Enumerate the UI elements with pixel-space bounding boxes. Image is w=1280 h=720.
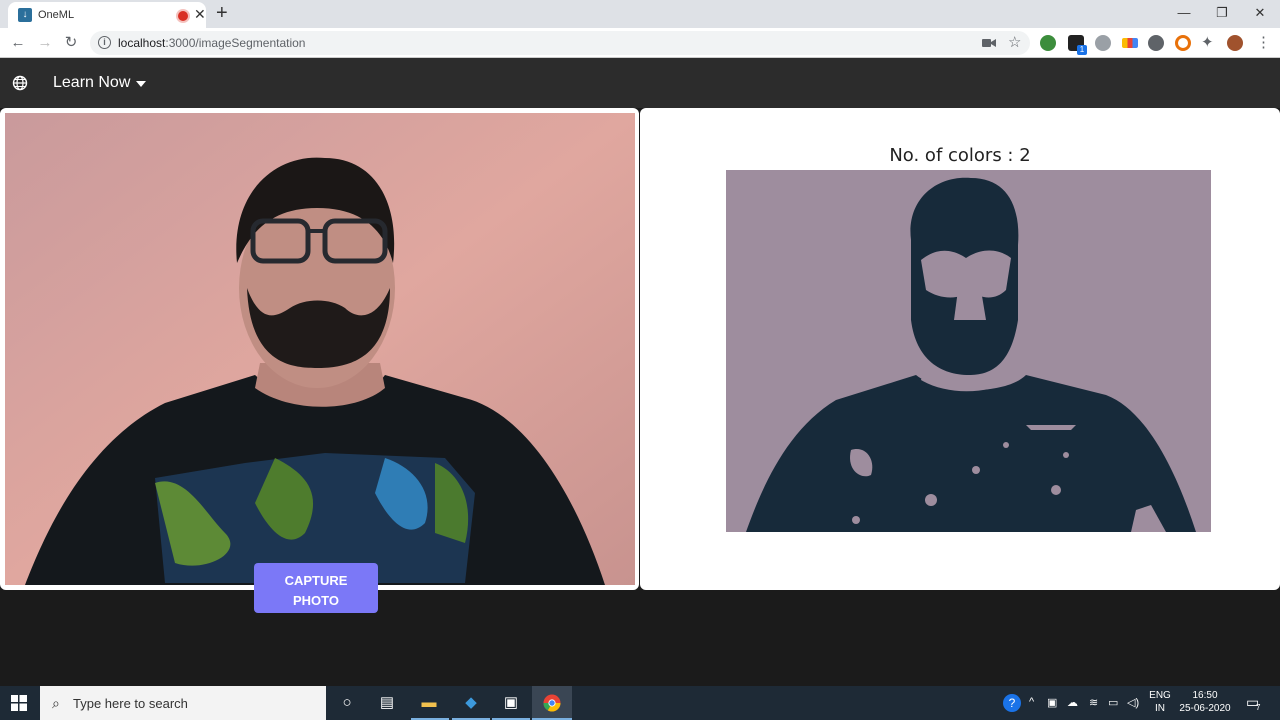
site-info-icon[interactable]: i (98, 36, 111, 49)
search-placeholder: Type here to search (73, 696, 188, 711)
onem-favicon-icon: ↓ (18, 8, 32, 22)
chevron-down-icon[interactable] (136, 81, 146, 87)
url-text[interactable]: localhost:3000/imageSegmentation (118, 36, 305, 50)
help-icon[interactable]: ? (1003, 694, 1021, 712)
battery-icon[interactable]: ▭ (1108, 696, 1118, 709)
cortana-icon[interactable]: ○ (336, 692, 358, 714)
taskbar-search-box[interactable]: ⌕ Type here to search (40, 686, 326, 720)
cloud-icon[interactable]: ☁ (1067, 696, 1078, 709)
browser-toolbar: ← → ↻ i localhost:3000/imageSegmentation… (0, 28, 1280, 58)
volume-icon[interactable]: ◁) (1127, 696, 1139, 709)
recording-indicator-icon (178, 11, 188, 21)
wifi-icon[interactable]: ≋ (1089, 696, 1098, 709)
notification-count: 7 (1256, 703, 1261, 712)
terminal-icon[interactable]: ▣ (500, 692, 522, 714)
address-bar[interactable]: i localhost:3000/imageSegmentation ☆ (90, 31, 1030, 55)
extensions-puzzle-icon[interactable]: ✦ (1201, 33, 1214, 51)
extension-badge: 1 (1077, 45, 1087, 55)
search-icon: ⌕ (52, 695, 60, 711)
chevron-up-icon[interactable]: ^ (1029, 696, 1034, 708)
extension-color-icon[interactable] (1122, 38, 1138, 48)
windows-start-icon[interactable] (11, 695, 27, 711)
windows-taskbar: ⌕ Type here to search ○ ▤ ▬ ◆ ▣ ? ^ ▣ ☁ … (0, 686, 1280, 720)
minimize-button[interactable]: — (1166, 2, 1202, 24)
browser-tabstrip: ↓ OneML ✕ + — ❐ ✕ (0, 0, 1280, 28)
file-explorer-icon[interactable]: ▬ (418, 692, 440, 714)
bookmark-star-icon[interactable]: ☆ (1008, 33, 1021, 51)
restore-button[interactable]: ❐ (1204, 2, 1240, 24)
extension-gray-icon[interactable] (1095, 35, 1111, 51)
new-tab-button[interactable]: + (216, 2, 228, 25)
extension-hat-icon[interactable] (1148, 35, 1164, 51)
chrome-taskbar-button[interactable] (532, 686, 572, 720)
browser-tab[interactable]: ↓ OneML ✕ (8, 2, 206, 28)
extension-icon[interactable] (1040, 35, 1056, 51)
tab-title: OneML (38, 9, 75, 21)
segmentation-card: No. of colors : 2 (640, 108, 1280, 590)
capture-photo-button[interactable]: CAPTURE PHOTO (254, 563, 378, 613)
task-view-icon[interactable]: ▤ (376, 692, 398, 714)
globe-icon[interactable] (12, 75, 28, 91)
extension-ring-icon[interactable] (1175, 35, 1191, 51)
tab-close-button[interactable]: ✕ (194, 6, 206, 23)
segmented-image (726, 170, 1211, 532)
forward-icon[interactable]: → (35, 33, 55, 53)
reload-icon[interactable]: ↻ (61, 33, 81, 53)
chrome-icon (543, 694, 561, 712)
webcam-card (0, 108, 639, 590)
camera-icon[interactable] (982, 37, 996, 49)
clock[interactable]: 16:50 25-06-2020 (1176, 689, 1234, 715)
security-icon[interactable]: ▣ (1047, 696, 1057, 709)
profile-avatar[interactable] (1227, 35, 1243, 51)
window-close-button[interactable]: ✕ (1242, 2, 1278, 24)
language-indicator[interactable]: ENG IN (1147, 689, 1173, 715)
vscode-icon[interactable]: ◆ (460, 692, 482, 714)
main-content: No. of colors : 2 CAPTURE PHOTO (0, 108, 1280, 686)
back-icon[interactable]: ← (8, 33, 28, 53)
colors-count-title: No. of colors : 2 (889, 145, 1031, 166)
webcam-feed (5, 113, 635, 585)
learn-now-dropdown[interactable]: Learn Now (53, 74, 130, 92)
app-navbar: Learn Now (0, 58, 1280, 108)
menu-kebab-icon[interactable]: ⋮ (1256, 33, 1271, 51)
